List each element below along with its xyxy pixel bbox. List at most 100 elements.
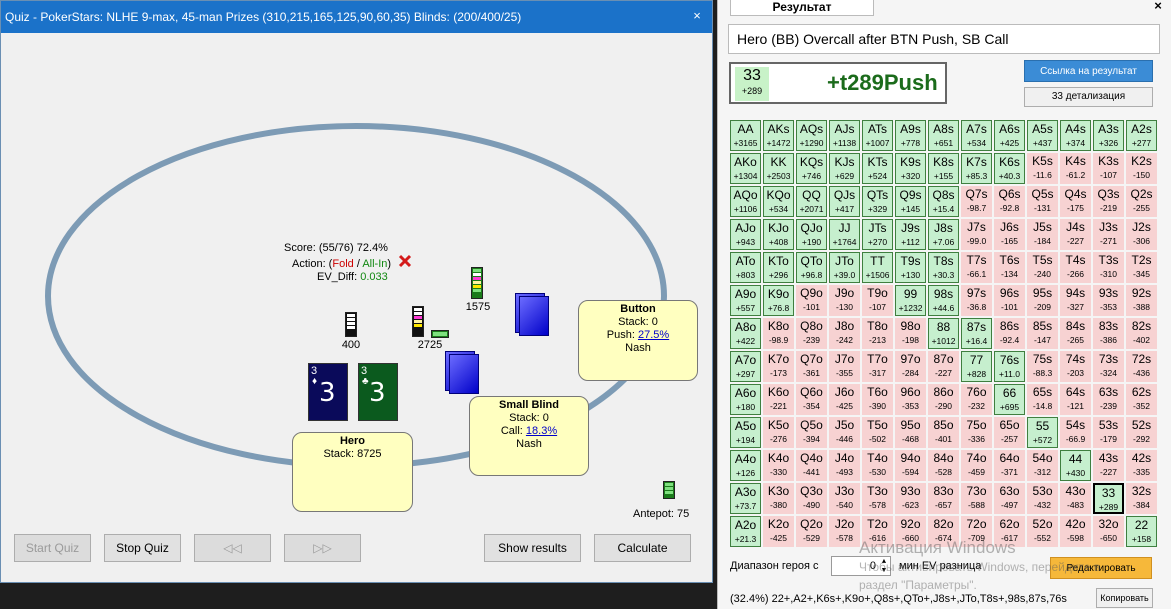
- grid-cell[interactable]: K9s +320: [895, 153, 926, 184]
- grid-cell[interactable]: 76o -232: [961, 384, 992, 415]
- grid-cell[interactable]: 86s -92.4: [994, 318, 1025, 349]
- grid-cell[interactable]: K8o -98.9: [763, 318, 794, 349]
- grid-cell[interactable]: T6o -390: [862, 384, 893, 415]
- grid-cell[interactable]: T9s +130: [895, 252, 926, 283]
- grid-cell[interactable]: A2s +277: [1126, 120, 1157, 151]
- grid-cell[interactable]: JTo +39.0: [829, 252, 860, 283]
- grid-cell[interactable]: 43o -483: [1060, 483, 1091, 514]
- grid-cell[interactable]: 83o -657: [928, 483, 959, 514]
- result-tab[interactable]: Результат: [730, 0, 874, 16]
- grid-cell[interactable]: 98s +44.6: [928, 285, 959, 316]
- grid-cell[interactable]: AJs +1138: [829, 120, 860, 151]
- result-link-button[interactable]: Ссылка на результат: [1024, 60, 1153, 82]
- grid-cell[interactable]: 93o -623: [895, 483, 926, 514]
- grid-cell[interactable]: Q3o -490: [796, 483, 827, 514]
- next-button[interactable]: ▷▷: [284, 534, 361, 562]
- grid-cell[interactable]: A7s +534: [961, 120, 992, 151]
- grid-cell[interactable]: AQs +1290: [796, 120, 827, 151]
- grid-cell[interactable]: J9o -130: [829, 285, 860, 316]
- grid-cell[interactable]: A5o +194: [730, 417, 761, 448]
- grid-cell[interactable]: 54o -312: [1027, 450, 1058, 481]
- grid-cell[interactable]: K3o -380: [763, 483, 794, 514]
- grid-cell[interactable]: JTs +270: [862, 219, 893, 250]
- grid-cell[interactable]: A4s +374: [1060, 120, 1091, 151]
- grid-cell[interactable]: 75s -88.3: [1027, 351, 1058, 382]
- grid-cell[interactable]: Q2o -529: [796, 516, 827, 547]
- grid-cell[interactable]: A3s +326: [1093, 120, 1124, 151]
- grid-cell[interactable]: A8s +651: [928, 120, 959, 151]
- grid-cell[interactable]: 95o -468: [895, 417, 926, 448]
- grid-cell[interactable]: 32o -650: [1093, 516, 1124, 547]
- grid-cell[interactable]: 84o -528: [928, 450, 959, 481]
- grid-cell[interactable]: K9o +76.8: [763, 285, 794, 316]
- grid-cell[interactable]: 65o -257: [994, 417, 1025, 448]
- grid-cell[interactable]: T4s -266: [1060, 252, 1091, 283]
- grid-cell[interactable]: T7o -317: [862, 351, 893, 382]
- grid-cell[interactable]: QJs +417: [829, 186, 860, 217]
- grid-cell[interactable]: 73o -588: [961, 483, 992, 514]
- grid-cell[interactable]: K4s -61.2: [1060, 153, 1091, 184]
- grid-cell[interactable]: 74s -203: [1060, 351, 1091, 382]
- grid-cell[interactable]: 83s -386: [1093, 318, 1124, 349]
- grid-cell[interactable]: K7o -173: [763, 351, 794, 382]
- grid-cell[interactable]: A6s +425: [994, 120, 1025, 151]
- grid-cell[interactable]: J8s +7.06: [928, 219, 959, 250]
- grid-cell[interactable]: 54s -66.9: [1060, 417, 1091, 448]
- grid-cell[interactable]: J6s -165: [994, 219, 1025, 250]
- grid-cell[interactable]: 93s -353: [1093, 285, 1124, 316]
- grid-cell[interactable]: Q5o -394: [796, 417, 827, 448]
- previous-button[interactable]: ◁◁: [194, 534, 271, 562]
- grid-cell[interactable]: Q5s -131: [1027, 186, 1058, 217]
- grid-cell[interactable]: J8o -242: [829, 318, 860, 349]
- stop-quiz-button[interactable]: Stop Quiz: [104, 534, 181, 562]
- grid-cell[interactable]: T7s -66.1: [961, 252, 992, 283]
- grid-cell[interactable]: 84s -265: [1060, 318, 1091, 349]
- grid-cell[interactable]: J4s -227: [1060, 219, 1091, 250]
- grid-cell[interactable]: KJo +408: [763, 219, 794, 250]
- grid-cell[interactable]: T8s +30.3: [928, 252, 959, 283]
- grid-cell[interactable]: J2s -306: [1126, 219, 1157, 250]
- grid-cell[interactable]: A7o +297: [730, 351, 761, 382]
- grid-cell[interactable]: 62s -352: [1126, 384, 1157, 415]
- grid-cell[interactable]: QTs +329: [862, 186, 893, 217]
- grid-cell[interactable]: 74o -459: [961, 450, 992, 481]
- grid-cell[interactable]: K6o -221: [763, 384, 794, 415]
- grid-cell[interactable]: K4o -330: [763, 450, 794, 481]
- grid-cell[interactable]: K6s +40.3: [994, 153, 1025, 184]
- grid-cell[interactable]: Q9o -101: [796, 285, 827, 316]
- grid-cell[interactable]: K7s +85.3: [961, 153, 992, 184]
- grid-cell[interactable]: 42s -335: [1126, 450, 1157, 481]
- grid-cell[interactable]: AQo +1106: [730, 186, 761, 217]
- grid-cell[interactable]: A2o +21.3: [730, 516, 761, 547]
- grid-cell[interactable]: J2o -578: [829, 516, 860, 547]
- grid-cell[interactable]: 33 +289: [1093, 483, 1124, 514]
- grid-cell[interactable]: KJs +629: [829, 153, 860, 184]
- grid-cell[interactable]: KTs +524: [862, 153, 893, 184]
- grid-cell[interactable]: AJo +943: [730, 219, 761, 250]
- show-results-button[interactable]: Show results: [484, 534, 581, 562]
- button-push-link[interactable]: 27.5%: [638, 329, 669, 341]
- grid-cell[interactable]: Q9s +145: [895, 186, 926, 217]
- grid-cell[interactable]: J4o -493: [829, 450, 860, 481]
- grid-cell[interactable]: Q8o -239: [796, 318, 827, 349]
- grid-cell[interactable]: 42o -598: [1060, 516, 1091, 547]
- grid-cell[interactable]: 99 +1232: [895, 285, 926, 316]
- grid-cell[interactable]: Q2s -255: [1126, 186, 1157, 217]
- grid-cell[interactable]: 82s -402: [1126, 318, 1157, 349]
- grid-cell[interactable]: 94s -327: [1060, 285, 1091, 316]
- grid-cell[interactable]: T2s -345: [1126, 252, 1157, 283]
- grid-cell[interactable]: 73s -324: [1093, 351, 1124, 382]
- grid-cell[interactable]: ATo +803: [730, 252, 761, 283]
- grid-cell[interactable]: 55 +572: [1027, 417, 1058, 448]
- grid-cell[interactable]: 97s -36.8: [961, 285, 992, 316]
- result-close-button[interactable]: ×: [1151, 0, 1165, 13]
- grid-cell[interactable]: 53o -432: [1027, 483, 1058, 514]
- grid-cell[interactable]: Q6s -92.8: [994, 186, 1025, 217]
- grid-cell[interactable]: J9s +112: [895, 219, 926, 250]
- grid-cell[interactable]: A4o +126: [730, 450, 761, 481]
- grid-cell[interactable]: 64s -121: [1060, 384, 1091, 415]
- grid-cell[interactable]: 92s -388: [1126, 285, 1157, 316]
- grid-cell[interactable]: A8o +422: [730, 318, 761, 349]
- grid-cell[interactable]: 94o -594: [895, 450, 926, 481]
- grid-cell[interactable]: J5o -446: [829, 417, 860, 448]
